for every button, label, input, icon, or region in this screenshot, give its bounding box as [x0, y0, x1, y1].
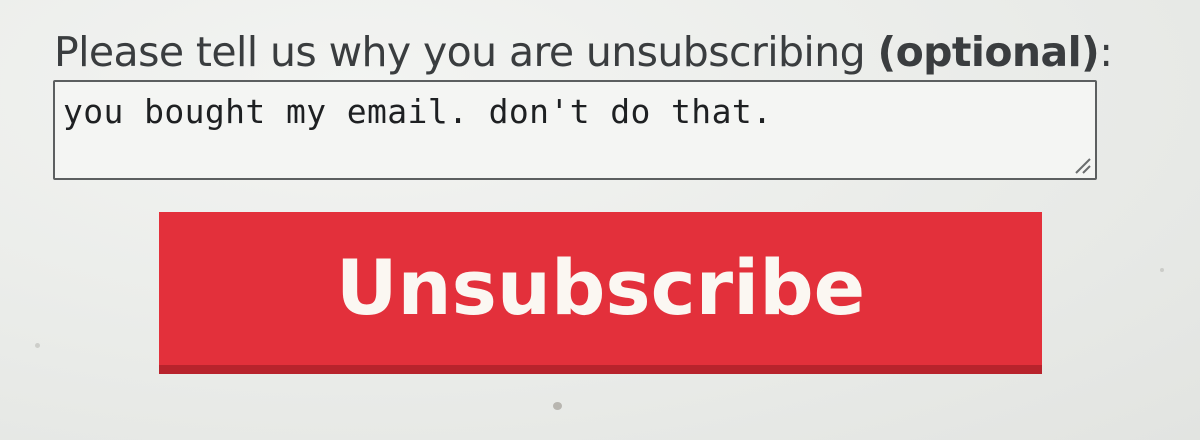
optional-marker: (optional) — [877, 28, 1100, 76]
unsubscribe-reason-label: Please tell us why you are unsubscribing… — [54, 22, 1113, 82]
prompt-text: Please tell us why you are unsubscribing — [54, 28, 878, 76]
unsubscribe-button-label: Unsubscribe — [335, 243, 866, 332]
resize-grip-icon[interactable] — [1071, 154, 1091, 174]
unsubscribe-reason-textarea[interactable]: you bought my email. don't do that. — [53, 80, 1097, 180]
unsubscribe-button[interactable]: Unsubscribe — [159, 212, 1042, 374]
unsubscribe-reason-value: you bought my email. don't do that. — [63, 92, 773, 131]
screen-smudge — [553, 402, 562, 410]
prompt-colon: : — [1099, 28, 1113, 76]
unsubscribe-form: Please tell us why you are unsubscribing… — [0, 0, 1200, 440]
screen-smudge — [35, 343, 40, 348]
screen-smudge — [1160, 268, 1164, 272]
